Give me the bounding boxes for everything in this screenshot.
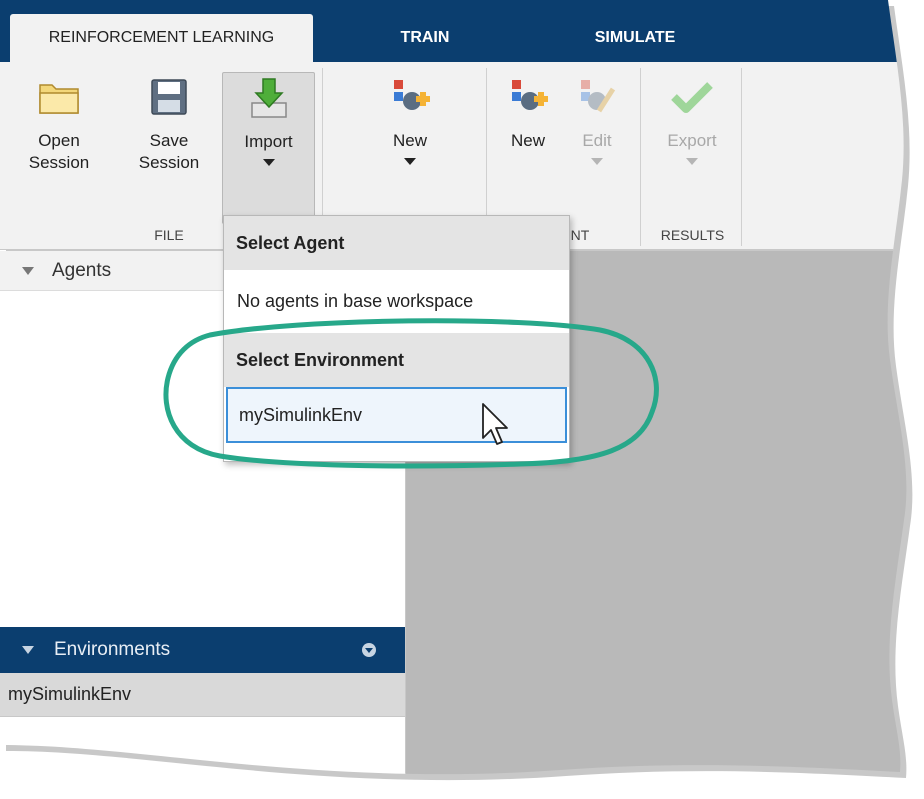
no-agents-message: No agents in base workspace xyxy=(237,290,474,311)
open-session-label-1: Open xyxy=(38,131,80,150)
edit-agent-label: Edit xyxy=(582,131,612,150)
tab-simulate[interactable]: SIMULATE xyxy=(555,14,715,62)
floppy-disk-icon xyxy=(146,74,192,120)
tab-reinforcement-learning[interactable]: REINFORCEMENT LEARNING xyxy=(10,14,313,62)
ribbon-divider xyxy=(741,68,742,246)
folder-icon xyxy=(36,74,82,120)
new-agent-icon xyxy=(505,74,551,120)
import-label: Import xyxy=(244,132,293,151)
app-window: REINFORCEMENT LEARNING TRAIN SIMULATE Op… xyxy=(0,0,924,799)
panel-options-icon[interactable] xyxy=(362,643,376,657)
new-environment-label: New xyxy=(392,131,427,150)
agents-panel-title: Agents xyxy=(52,259,112,281)
save-session-label-2: Session xyxy=(138,153,200,172)
new-environment-icon xyxy=(387,74,433,120)
export-chevron-down-icon xyxy=(686,158,698,165)
save-session-label-1: Save xyxy=(149,131,189,150)
results-group-label: RESULTS xyxy=(660,227,725,243)
edit-agent-button[interactable]: Edit xyxy=(562,62,632,165)
open-session-label-2: Session xyxy=(28,153,90,172)
open-session-button[interactable]: Open Session xyxy=(14,62,104,174)
import-chevron-down-icon xyxy=(263,159,275,166)
collapse-triangle-icon xyxy=(22,267,34,275)
environments-panel-header[interactable]: Environments xyxy=(0,627,405,673)
import-button[interactable]: Import xyxy=(222,72,315,224)
edit-agent-chevron-down-icon xyxy=(591,158,603,165)
import-arrow-icon xyxy=(246,75,292,121)
save-session-button[interactable]: Save Session xyxy=(120,62,218,174)
export-label: Export xyxy=(667,131,717,150)
tab-train[interactable]: TRAIN xyxy=(365,14,485,62)
environments-panel-title: Environments xyxy=(54,639,171,660)
select-environment-header: Select Environment xyxy=(224,333,569,387)
new-agent-button[interactable]: New xyxy=(498,62,558,152)
tab-bar: REINFORCEMENT LEARNING TRAIN SIMULATE xyxy=(0,0,924,62)
select-agent-header: Select Agent xyxy=(224,216,569,270)
mouse-cursor-icon xyxy=(480,402,510,452)
export-button[interactable]: Export xyxy=(648,62,736,165)
file-group-label: FILE xyxy=(154,227,184,243)
ribbon-divider xyxy=(640,68,641,246)
new-agent-label: New xyxy=(510,131,545,150)
new-environment-chevron-down-icon xyxy=(404,158,416,165)
edit-agent-icon xyxy=(574,74,620,120)
import-dropdown-menu: Select Agent No agents in base workspace… xyxy=(223,215,570,462)
checkmark-icon xyxy=(669,74,715,120)
collapse-triangle-icon xyxy=(22,646,34,654)
new-environment-button[interactable]: New xyxy=(355,62,465,165)
environment-list-item[interactable]: mySimulinkEnv xyxy=(0,673,405,717)
environment-option-mysimulinkenv[interactable]: mySimulinkEnv xyxy=(226,387,567,443)
